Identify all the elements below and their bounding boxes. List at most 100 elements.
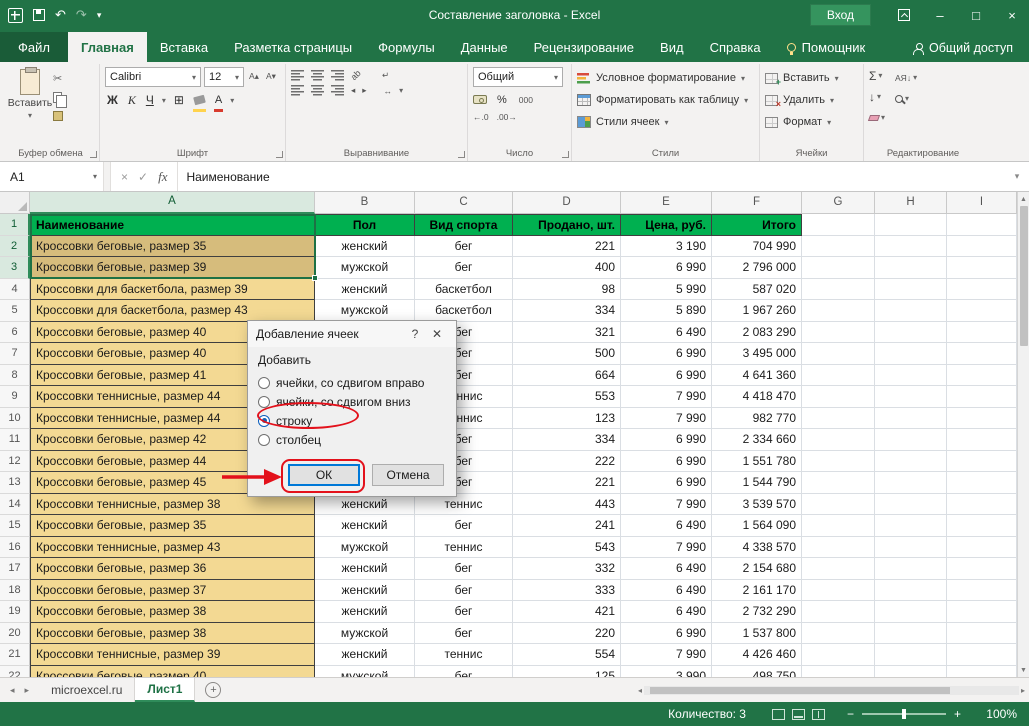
name-box[interactable]: A1 ▾ [0, 162, 104, 191]
cell-I13[interactable] [947, 472, 1017, 494]
row-header-4[interactable]: 4 [0, 279, 30, 301]
cell-H8[interactable] [875, 365, 947, 387]
cell-F16[interactable]: 4 338 570 [712, 537, 802, 559]
font-size-select[interactable]: 12 ▾ [204, 67, 244, 87]
cell-F11[interactable]: 2 334 660 [712, 429, 802, 451]
cell-I11[interactable] [947, 429, 1017, 451]
cell-I10[interactable] [947, 408, 1017, 430]
ok-button[interactable]: ОК [288, 464, 360, 486]
align-left-icon[interactable] [291, 85, 304, 96]
wrap-text-icon[interactable]: ↵ [382, 70, 389, 81]
align-top-icon[interactable] [291, 70, 304, 81]
delete-cells-button[interactable]: × Удалить ▾ [765, 89, 858, 111]
cell-B15[interactable]: женский [315, 515, 415, 537]
fill-icon[interactable]: ↓▾ [869, 88, 885, 105]
horizontal-scrollbar-thumb[interactable] [650, 687, 950, 694]
cell-A1[interactable]: Наименование [30, 214, 315, 236]
cell-I1[interactable] [947, 214, 1017, 236]
scroll-up-icon[interactable]: ▲ [1018, 192, 1029, 206]
cell-D7[interactable]: 500 [513, 343, 621, 365]
undo-icon[interactable]: ↶ [55, 7, 66, 23]
cell-G22[interactable] [802, 666, 875, 678]
increase-decimal-icon[interactable]: ←.0 [473, 112, 489, 122]
cell-G8[interactable] [802, 365, 875, 387]
font-name-select[interactable]: Calibri ▾ [105, 67, 201, 87]
row-header-19[interactable]: 19 [0, 601, 30, 623]
zoom-slider-thumb[interactable] [902, 709, 906, 719]
cell-G6[interactable] [802, 322, 875, 344]
cancel-button[interactable]: Отмена [372, 464, 444, 486]
conditional-formatting-button[interactable]: Условное форматирование ▾ [577, 67, 754, 89]
row-header-15[interactable]: 15 [0, 515, 30, 537]
cell-E9[interactable]: 7 990 [621, 386, 712, 408]
cell-F20[interactable]: 1 537 800 [712, 623, 802, 645]
autosum-icon[interactable]: Σ▾ [869, 67, 885, 84]
cell-A16[interactable]: Кроссовки теннисные, размер 43 [30, 537, 315, 559]
bold-button[interactable]: Ж [105, 91, 120, 109]
cell-E17[interactable]: 6 490 [621, 558, 712, 580]
insert-function-icon[interactable]: fx [158, 169, 167, 185]
row-header-5[interactable]: 5 [0, 300, 30, 322]
dialog-launcher-icon[interactable] [276, 151, 283, 158]
cell-E4[interactable]: 5 990 [621, 279, 712, 301]
cell-E5[interactable]: 5 890 [621, 300, 712, 322]
column-header-B[interactable]: B [315, 192, 415, 214]
cell-A4[interactable]: Кроссовки для баскетбола, размер 39 [30, 279, 315, 301]
cell-H12[interactable] [875, 451, 947, 473]
row-header-20[interactable]: 20 [0, 623, 30, 645]
cell-G11[interactable] [802, 429, 875, 451]
cell-E11[interactable]: 6 990 [621, 429, 712, 451]
cell-G3[interactable] [802, 257, 875, 279]
align-center-icon[interactable] [311, 85, 324, 96]
cell-A15[interactable]: Кроссовки беговые, размер 35 [30, 515, 315, 537]
excel-app-icon[interactable] [8, 8, 23, 23]
horizontal-scrollbar[interactable]: ◂ ▸ [634, 678, 1029, 702]
maximize-button[interactable]: □ [959, 0, 993, 30]
cell-A21[interactable]: Кроссовки теннисные, размер 39 [30, 644, 315, 666]
cell-H4[interactable] [875, 279, 947, 301]
cell-A20[interactable]: Кроссовки беговые, размер 38 [30, 623, 315, 645]
cell-G17[interactable] [802, 558, 875, 580]
cell-I21[interactable] [947, 644, 1017, 666]
fill-color-icon[interactable] [192, 91, 207, 109]
cell-I2[interactable] [947, 236, 1017, 258]
row-header-7[interactable]: 7 [0, 343, 30, 365]
cell-A19[interactable]: Кроссовки беговые, размер 38 [30, 601, 315, 623]
cell-C19[interactable]: бег [415, 601, 513, 623]
cell-H3[interactable] [875, 257, 947, 279]
cell-G15[interactable] [802, 515, 875, 537]
cell-F8[interactable]: 4 641 360 [712, 365, 802, 387]
cell-B19[interactable]: женский [315, 601, 415, 623]
tab-review[interactable]: Рецензирование [521, 32, 647, 62]
align-right-icon[interactable] [331, 85, 344, 96]
cell-F5[interactable]: 1 967 260 [712, 300, 802, 322]
column-header-E[interactable]: E [621, 192, 712, 214]
percent-style-icon[interactable]: % [495, 91, 509, 109]
cell-C1[interactable]: Вид спорта [415, 214, 513, 236]
cell-E21[interactable]: 7 990 [621, 644, 712, 666]
cell-H1[interactable] [875, 214, 947, 236]
dialog-close-icon[interactable]: ✕ [426, 327, 448, 341]
cell-F2[interactable]: 704 990 [712, 236, 802, 258]
cell-H19[interactable] [875, 601, 947, 623]
tab-view[interactable]: Вид [647, 32, 697, 62]
cell-C22[interactable]: бег [415, 666, 513, 678]
cell-E18[interactable]: 6 490 [621, 580, 712, 602]
cell-D1[interactable]: Продано, шт. [513, 214, 621, 236]
cell-E16[interactable]: 7 990 [621, 537, 712, 559]
decrease-indent-icon[interactable]: ◂ [351, 85, 355, 96]
cell-I12[interactable] [947, 451, 1017, 473]
cell-D13[interactable]: 221 [513, 472, 621, 494]
cell-F6[interactable]: 2 083 290 [712, 322, 802, 344]
align-middle-icon[interactable] [311, 70, 324, 81]
cell-B4[interactable]: женский [315, 279, 415, 301]
cell-G21[interactable] [802, 644, 875, 666]
cell-F7[interactable]: 3 495 000 [712, 343, 802, 365]
cell-E20[interactable]: 6 990 [621, 623, 712, 645]
cell-F19[interactable]: 2 732 290 [712, 601, 802, 623]
zoom-in-icon[interactable]: + [954, 707, 961, 721]
column-header-A[interactable]: A [30, 192, 315, 214]
orientation-icon[interactable]: ab [349, 68, 364, 83]
cell-E14[interactable]: 7 990 [621, 494, 712, 516]
cell-B17[interactable]: женский [315, 558, 415, 580]
